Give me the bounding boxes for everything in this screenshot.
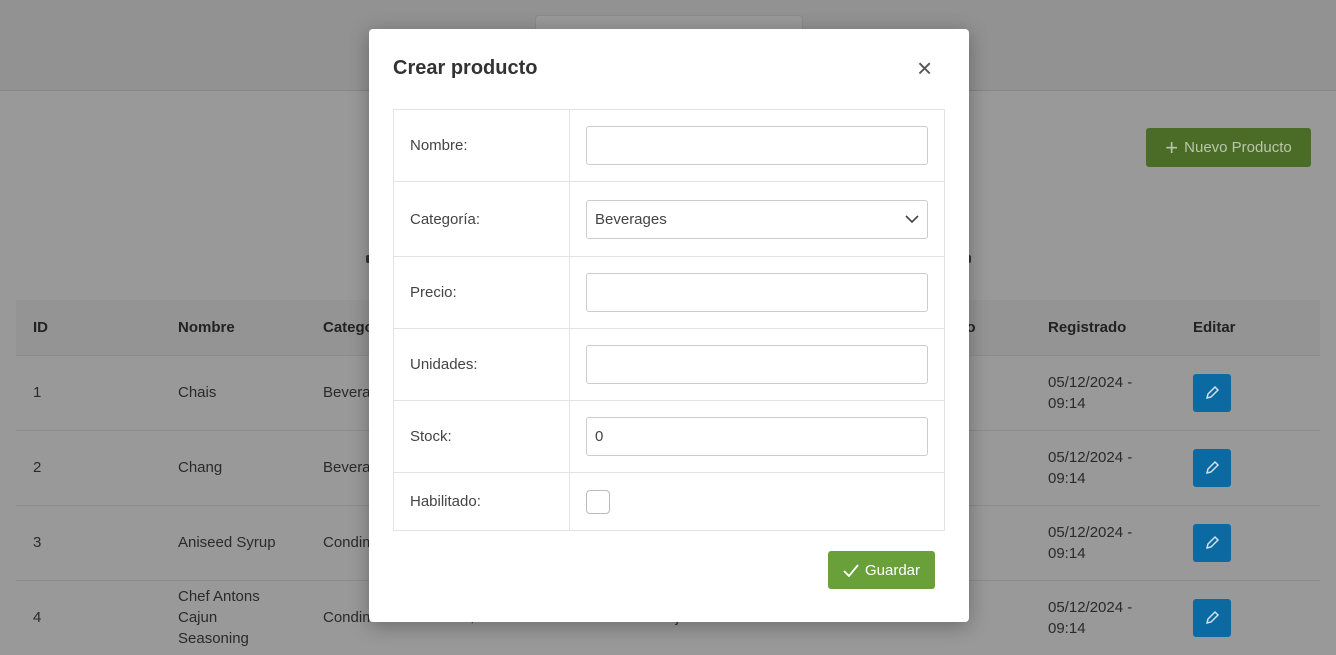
stock-input[interactable]: 0	[586, 417, 928, 456]
save-button[interactable]: Guardar	[828, 551, 935, 589]
nombre-label: Nombre:	[393, 109, 570, 182]
table-cell: 4	[16, 579, 161, 655]
table-cell: Aniseed Syrup	[161, 504, 306, 580]
table-cell: 2	[16, 429, 161, 505]
close-icon[interactable]: ×	[917, 55, 932, 81]
table-cell: 05/12/2024 - 09:14	[1031, 504, 1176, 580]
col-registrado: Registrado	[1031, 300, 1176, 355]
create-product-modal: Crear producto × Nombre: Categoría: Bever…	[369, 29, 969, 622]
pencil-icon	[1205, 385, 1220, 399]
edit-button[interactable]	[1193, 448, 1231, 487]
precio-input[interactable]	[586, 273, 928, 312]
pencil-icon	[1205, 535, 1220, 549]
unidades-label: Unidades:	[393, 328, 570, 401]
habilitado-label: Habilitado:	[393, 472, 570, 531]
precio-label: Precio:	[393, 256, 570, 329]
edit-button[interactable]	[1193, 598, 1231, 637]
col-nombre: Nombre	[161, 300, 306, 355]
new-product-button[interactable]: + Nuevo Producto	[1146, 128, 1311, 167]
table-cell: Chef Antons Cajun Seasoning	[161, 579, 306, 655]
product-form: Nombre: Categoría: Beverages Precio: Unid…	[393, 109, 945, 531]
nombre-input[interactable]	[586, 126, 928, 165]
pencil-icon	[1205, 460, 1220, 474]
chevron-down-icon	[905, 214, 919, 223]
categoria-label: Categoría:	[393, 181, 570, 257]
categoria-select[interactable]: Beverages	[586, 199, 928, 239]
table-cell: 05/12/2024 - 09:14	[1031, 579, 1176, 655]
check-icon	[843, 563, 859, 577]
col-editar: Editar	[1176, 300, 1320, 355]
modal-title: Crear producto	[393, 57, 538, 79]
table-cell: 1	[16, 354, 161, 430]
table-cell: 05/12/2024 - 09:14	[1031, 354, 1176, 430]
edit-button[interactable]	[1193, 373, 1231, 412]
table-cell: Chang	[161, 429, 306, 505]
unidades-input[interactable]	[586, 345, 928, 384]
plus-icon: +	[1165, 134, 1179, 160]
table-cell: Chais	[161, 354, 306, 430]
table-cell: 05/12/2024 - 09:14	[1031, 429, 1176, 505]
stock-label: Stock:	[393, 400, 570, 473]
col-id: ID	[16, 300, 161, 355]
habilitado-checkbox[interactable]	[586, 489, 610, 514]
edit-button[interactable]	[1193, 523, 1231, 562]
pencil-icon	[1205, 610, 1220, 624]
table-cell: 3	[16, 504, 161, 580]
